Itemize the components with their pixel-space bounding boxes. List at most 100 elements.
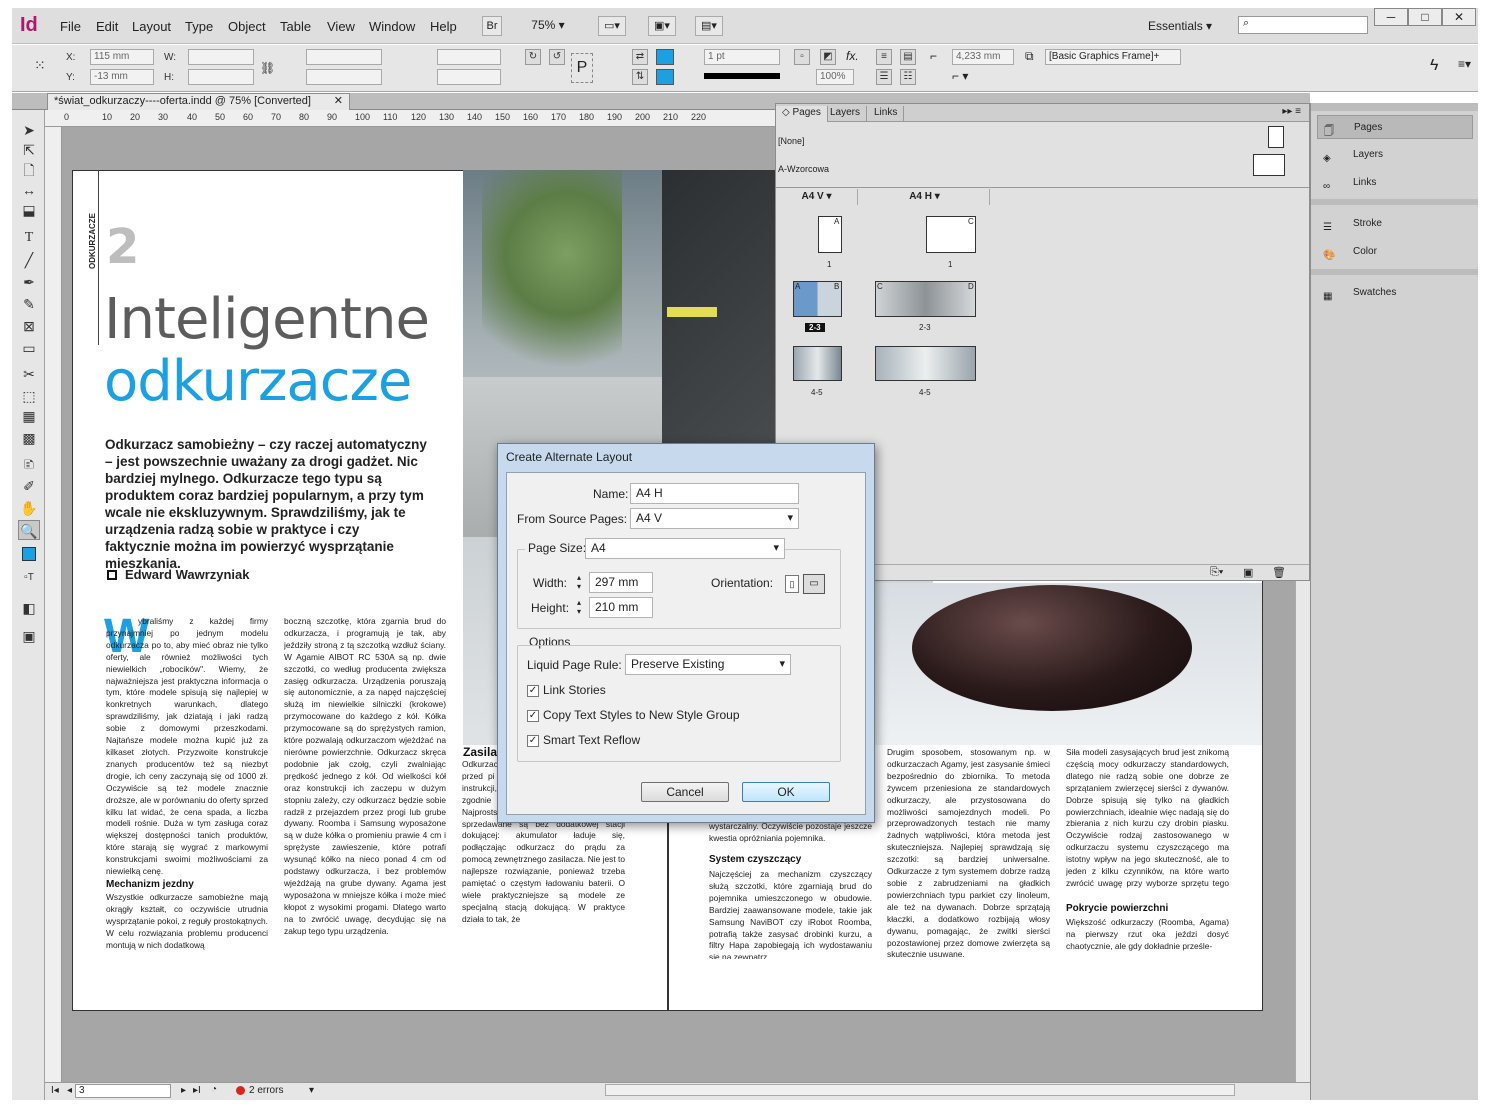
column-4a-text[interactable]: wystarczalny. Oczywiście pozostaje jeszc…: [709, 821, 872, 845]
master-none-thumb[interactable]: [1268, 126, 1284, 148]
column-2-text[interactable]: boczną szczotkę, która zgarnia brud do o…: [284, 616, 446, 951]
page-size-icon[interactable]: ⎘▾: [1210, 566, 1223, 579]
flip-v-icon[interactable]: ⇅: [632, 69, 648, 85]
text-wrap-none-icon[interactable]: ≡: [876, 49, 892, 65]
pencil-tool-icon[interactable]: ✎: [18, 294, 40, 314]
gradient-feather-tool-icon[interactable]: ▩: [18, 428, 40, 448]
scale-y-field[interactable]: [306, 69, 382, 85]
arrange-documents-button[interactable]: ▤▾: [695, 16, 723, 36]
master-a-wzorcowa[interactable]: A-Wzorcowa: [778, 164, 829, 174]
eyedropper-tool-icon[interactable]: ✐: [18, 476, 40, 496]
copy-styles-checkbox[interactable]: ✓: [527, 710, 539, 722]
next-page-icon[interactable]: ▸: [181, 1085, 186, 1096]
column-1-subheading[interactable]: Mechanizm jezdny: [106, 879, 194, 890]
pen-tool-icon[interactable]: ✒: [18, 272, 40, 292]
portrait-icon[interactable]: ▯: [785, 575, 799, 593]
landscape-icon[interactable]: ▭: [803, 574, 825, 594]
robot-vacuum-image[interactable]: [912, 585, 1192, 711]
rotate-ccw-icon[interactable]: ↺: [549, 49, 565, 65]
rectangle-tool-icon[interactable]: ▭: [18, 338, 40, 358]
column-1-text[interactable]: ybraliśmy z każdej firmy przynajmniej po…: [106, 616, 268, 886]
corner-size-field[interactable]: 4,233 mm: [952, 49, 1014, 65]
scissors-tool-icon[interactable]: ✂: [18, 364, 40, 384]
h-field[interactable]: [188, 69, 254, 85]
zoom-select[interactable]: 75% ▾: [524, 16, 572, 36]
menu-help[interactable]: Help: [430, 19, 457, 34]
rectangle-frame-tool-icon[interactable]: ⊠: [18, 316, 40, 336]
drop-shadow-icon[interactable]: ▫: [794, 49, 810, 65]
preflight-menu-icon[interactable]: ▾: [309, 1085, 314, 1096]
article-title-line1[interactable]: Inteligentne: [104, 287, 430, 352]
object-style-select[interactable]: [Basic Graphics Frame]+: [1045, 49, 1181, 65]
view-options-button[interactable]: ▭▾: [598, 16, 626, 36]
close-tab-icon[interactable]: ✕: [334, 94, 343, 109]
stroke-weight-field[interactable]: 1 pt: [704, 49, 780, 65]
page-tool-icon[interactable]: 🗋: [18, 160, 40, 180]
menu-file[interactable]: File: [60, 19, 81, 34]
master-a-thumb[interactable]: [1253, 154, 1285, 176]
align-center-icon[interactable]: ☷: [900, 69, 916, 85]
frame-p-icon[interactable]: P: [571, 53, 593, 83]
tab-links[interactable]: Links: [868, 106, 905, 122]
shear-field[interactable]: [437, 69, 501, 85]
text-wrap-box-icon[interactable]: ▤: [900, 49, 916, 65]
stroke-swatch[interactable]: [656, 69, 674, 85]
tab-pages[interactable]: ◇ Pages: [776, 106, 828, 122]
rotation-field[interactable]: [437, 49, 501, 65]
y-field[interactable]: -13 mm: [90, 69, 154, 85]
height-stepper-icon[interactable]: ▴ ▾: [577, 598, 581, 616]
column-5-text[interactable]: Drugim sposobem, stosowanym np. w odkurz…: [887, 747, 1050, 957]
formatting-affects-icon[interactable]: ▫T: [18, 568, 40, 588]
close-window-button[interactable]: ✕: [1442, 8, 1476, 26]
layout-a4v-header[interactable]: A4 V ▾: [776, 189, 858, 205]
source-pages-select[interactable]: A4 V: [630, 508, 799, 529]
screen-mode-icon[interactable]: ▣: [18, 626, 40, 646]
width-stepper-icon[interactable]: ▴ ▾: [577, 573, 581, 591]
tab-layers[interactable]: Layers: [824, 106, 868, 122]
content-collector-icon[interactable]: ⬓: [18, 200, 40, 220]
corner-icon[interactable]: ⌐: [930, 49, 937, 63]
direct-selection-tool-icon[interactable]: ⇱: [18, 140, 40, 160]
height-input[interactable]: 210 mm: [589, 597, 653, 618]
search-input[interactable]: ⌕: [1238, 16, 1368, 34]
delete-page-icon[interactable]: 🗑: [1272, 566, 1286, 579]
page-size-select[interactable]: A4: [585, 538, 785, 559]
horizontal-scrollbar[interactable]: [605, 1084, 1235, 1096]
menu-edit[interactable]: Edit: [96, 19, 118, 34]
smart-reflow-checkbox[interactable]: ✓: [527, 735, 539, 747]
lightning-icon[interactable]: ϟ: [1430, 57, 1438, 75]
open-page-icon[interactable]: ◔: [211, 1084, 217, 1095]
align-left-icon[interactable]: ☰: [876, 69, 892, 85]
line-tool-icon[interactable]: ╱: [18, 250, 40, 270]
column-1b-text[interactable]: Wszystkie odkurzacze samobieżne mają okr…: [106, 892, 268, 952]
column-4-subheading[interactable]: System czyszczący: [709, 854, 801, 865]
column-4-text[interactable]: Najczęściej za mechanizm czyszczący służ…: [709, 869, 872, 959]
reference-point-icon[interactable]: ⁙: [34, 57, 54, 77]
corner-shape-select[interactable]: ⌐ ▾: [952, 69, 992, 83]
dock-stroke[interactable]: ☰ Stroke: [1317, 212, 1473, 236]
last-page-icon[interactable]: ▸I: [193, 1085, 201, 1096]
article-title-line2[interactable]: odkurzacze: [104, 349, 412, 414]
effects-icon[interactable]: fx.: [846, 49, 859, 63]
shadow-icon[interactable]: ◩: [820, 49, 836, 65]
menu-object[interactable]: Object: [228, 19, 266, 34]
cancel-button[interactable]: Cancel: [641, 782, 729, 802]
preflight-errors[interactable]: 2 errors: [249, 1085, 283, 1096]
name-input[interactable]: A4 H: [630, 483, 799, 504]
master-none[interactable]: [None]: [778, 136, 805, 146]
menu-type[interactable]: Type: [185, 19, 213, 34]
panel-menu-icon[interactable]: ▸▸ ≡: [1282, 106, 1301, 117]
column-3-subheading[interactable]: Zasila: [463, 745, 497, 759]
page-thumb-2-3-h[interactable]: [875, 281, 976, 317]
link-stories-checkbox[interactable]: ✓: [527, 685, 539, 697]
fill-swatch[interactable]: [656, 49, 674, 65]
maximize-button[interactable]: □: [1408, 8, 1442, 26]
article-author[interactable]: Edward Wawrzyniak: [125, 567, 250, 582]
constrain-proportions-icon[interactable]: ⛓: [260, 61, 275, 75]
gap-tool-icon[interactable]: ↔: [18, 180, 40, 200]
note-tool-icon[interactable]: 🗈: [18, 454, 40, 474]
ok-button[interactable]: OK: [742, 782, 830, 802]
menu-layout[interactable]: Layout: [132, 19, 171, 34]
column-6b-text[interactable]: Większość odkurzaczy (Roomba, Agama) na …: [1066, 917, 1229, 953]
page-number-field[interactable]: 3: [75, 1084, 171, 1098]
